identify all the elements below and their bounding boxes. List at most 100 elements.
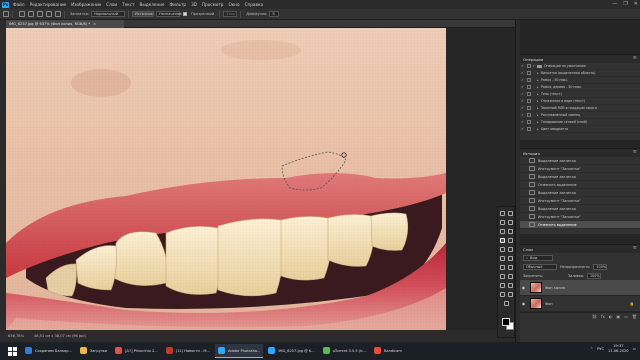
taskbar-app[interactable]: µTorrent 3.5.5 (b... (320, 344, 369, 358)
foreground-color-swatch[interactable] (502, 318, 510, 326)
gradient-tool-icon[interactable] (508, 256, 513, 261)
menu-view[interactable]: Просмотр (202, 2, 224, 7)
shape-tool-icon[interactable] (508, 283, 513, 288)
brush-tool-icon[interactable] (508, 238, 513, 243)
history-step[interactable]: Инструмент "Заплатка" (520, 213, 640, 221)
history-step[interactable]: Выделение заплатки (520, 205, 640, 213)
menu-select[interactable]: Выделение (140, 2, 165, 7)
type-tool-icon[interactable] (508, 274, 513, 279)
menu-image[interactable]: Изображение (71, 2, 101, 7)
layer-row-background[interactable]: ◉ Фон 🔒 (520, 296, 640, 312)
menu-filter[interactable]: Фильтр (170, 2, 187, 7)
menu-3d[interactable]: 3D (191, 2, 197, 7)
eye-icon[interactable]: ◉ (520, 301, 527, 306)
close-tab-icon[interactable]: × (93, 22, 96, 26)
action-row[interactable]: ✓ ▸ Цвет квадранта (520, 126, 640, 133)
move-tool-icon[interactable] (500, 211, 505, 216)
marquee-tool-icon[interactable] (508, 211, 513, 216)
action-row[interactable]: ✓ ▸ Рамка, дерево - 50 пикс. (520, 84, 640, 91)
blend-mode-select[interactable]: Обычные (523, 263, 557, 270)
history-step[interactable]: Выделение заплатки (520, 173, 640, 181)
action-set-row[interactable]: ✓ ▾ Операции по умолчанию (520, 63, 640, 70)
patch-tool-icon[interactable] (19, 11, 25, 17)
panel-menu-icon[interactable]: ≡ (633, 55, 637, 62)
taskbar-app[interactable]: IMG_6257.jpg @ 6... (265, 344, 317, 358)
action-row[interactable]: ✓ ▸ Отражение в воде (текст) (520, 98, 640, 105)
layer-mask-icon[interactable]: ▣ (616, 314, 620, 319)
close-icon[interactable]: ✕ (634, 1, 638, 7)
panel-menu-icon[interactable]: ≡ (633, 149, 637, 156)
action-row[interactable]: ✓ ▸ Рамка - 50 пикс. (520, 77, 640, 84)
history-step[interactable]: Инструмент "Заплатка" (520, 197, 640, 205)
image-canvas[interactable] (6, 28, 446, 330)
intersect-selection-icon[interactable] (55, 11, 61, 17)
layer-style-icon[interactable]: fx (601, 314, 605, 319)
minimize-icon[interactable]: — (612, 1, 617, 7)
menu-layers[interactable]: Слои (106, 2, 117, 7)
path-select-tool-icon[interactable] (500, 283, 505, 288)
action-row[interactable]: ✓ ▸ Тень (текст) (520, 91, 640, 98)
document-tab[interactable]: IMG_6257.jpg @ 637% (Фон копия, RGB/8) *… (6, 20, 124, 28)
lasso-tool-icon[interactable] (500, 220, 505, 225)
patch-tool-icon[interactable] (500, 238, 505, 243)
patch-mode-select[interactable]: Нормальный (91, 11, 126, 17)
subtract-selection-icon[interactable] (46, 11, 52, 17)
zoom-tool-icon[interactable] (508, 292, 513, 297)
blur-tool-icon[interactable] (500, 265, 505, 270)
clock[interactable]: 19:37 11.06.2020 (608, 344, 629, 354)
dodge-tool-icon[interactable] (508, 265, 513, 270)
taskbar-app[interactable]: Bandicam (371, 344, 405, 358)
new-layer-icon[interactable]: ▭ (624, 314, 628, 319)
menu-help[interactable]: Справка (245, 2, 263, 7)
taskbar-app[interactable]: Сохраним Балкар... (22, 344, 75, 358)
menu-window[interactable]: Окно (228, 2, 239, 7)
language-indicator[interactable]: РУС (597, 347, 604, 351)
history-step[interactable]: Инструмент "Заплатка" (520, 165, 640, 173)
layer-filter-select[interactable]: ⌕ Вид (523, 254, 553, 261)
action-row[interactable]: ✓ ▸ Расплавленный свинец (520, 112, 640, 119)
eye-icon[interactable]: ◉ (520, 285, 527, 290)
pattern-button[interactable]: Узор (223, 11, 238, 17)
start-button[interactable] (6, 345, 18, 357)
add-selection-icon[interactable] (37, 11, 43, 17)
more-tools-icon[interactable] (504, 301, 509, 306)
crop-tool-icon[interactable] (500, 229, 505, 234)
diffusion-input[interactable]: 5 (269, 11, 280, 17)
action-row[interactable]: ✓ ▸ Заказной RGB в градации серого (520, 105, 640, 112)
quick-select-tool-icon[interactable] (508, 220, 513, 225)
delete-layer-icon[interactable]: 🗑 (632, 314, 637, 319)
history-step[interactable]: Отменить выделение (520, 181, 640, 189)
taskbar-app-active[interactable]: Adobe Photosho... (214, 344, 264, 358)
pen-tool-icon[interactable] (500, 274, 505, 279)
zoom-readout[interactable]: 636,78% (8, 334, 24, 338)
action-row[interactable]: ✓ ▸ Тонирование сепией (слой) (520, 119, 640, 126)
history-brush-tool-icon[interactable] (508, 247, 513, 252)
destination-button[interactable]: Назначение (156, 11, 182, 17)
transparent-checkbox[interactable] (183, 12, 188, 16)
tray-chevron-icon[interactable]: ^ (590, 347, 593, 351)
fill-input[interactable]: 100% (586, 272, 601, 279)
notifications-icon[interactable]: ▭ (633, 347, 636, 351)
home-icon[interactable] (3, 11, 9, 17)
taskbar-app[interactable]: [A7] Pinocchio 2... (112, 344, 161, 358)
menu-file[interactable]: Файл (13, 2, 25, 7)
clone-stamp-tool-icon[interactable] (500, 247, 505, 252)
maximize-icon[interactable]: ❐ (623, 1, 627, 7)
action-row[interactable]: ✓ ▸ Виньетка (выделенная область) (520, 70, 640, 77)
menu-edit[interactable]: Редактирование (30, 2, 67, 7)
layer-row-background-copy[interactable]: ◉ Фон копия (520, 280, 640, 296)
link-layers-icon[interactable]: ⛓ (592, 314, 597, 319)
history-step[interactable]: Выделение заплатки (520, 189, 640, 197)
taskbar-app[interactable]: Загрузки (77, 344, 110, 358)
history-step-current[interactable]: Отменить выделение (520, 221, 640, 229)
adjustment-layer-icon[interactable]: ◐ (609, 314, 613, 319)
opacity-input[interactable]: 100% (593, 263, 608, 270)
taskbar-app[interactable]: (11) Новости - М... (163, 344, 213, 358)
source-button[interactable]: Источник (132, 11, 155, 17)
menu-type[interactable]: Текст (122, 2, 134, 7)
history-step[interactable]: Выделение заплатки (520, 157, 640, 165)
eyedropper-tool-icon[interactable] (508, 229, 513, 234)
panel-menu-icon[interactable]: ≡ (633, 245, 637, 252)
new-selection-icon[interactable] (28, 11, 34, 17)
eraser-tool-icon[interactable] (500, 256, 505, 261)
